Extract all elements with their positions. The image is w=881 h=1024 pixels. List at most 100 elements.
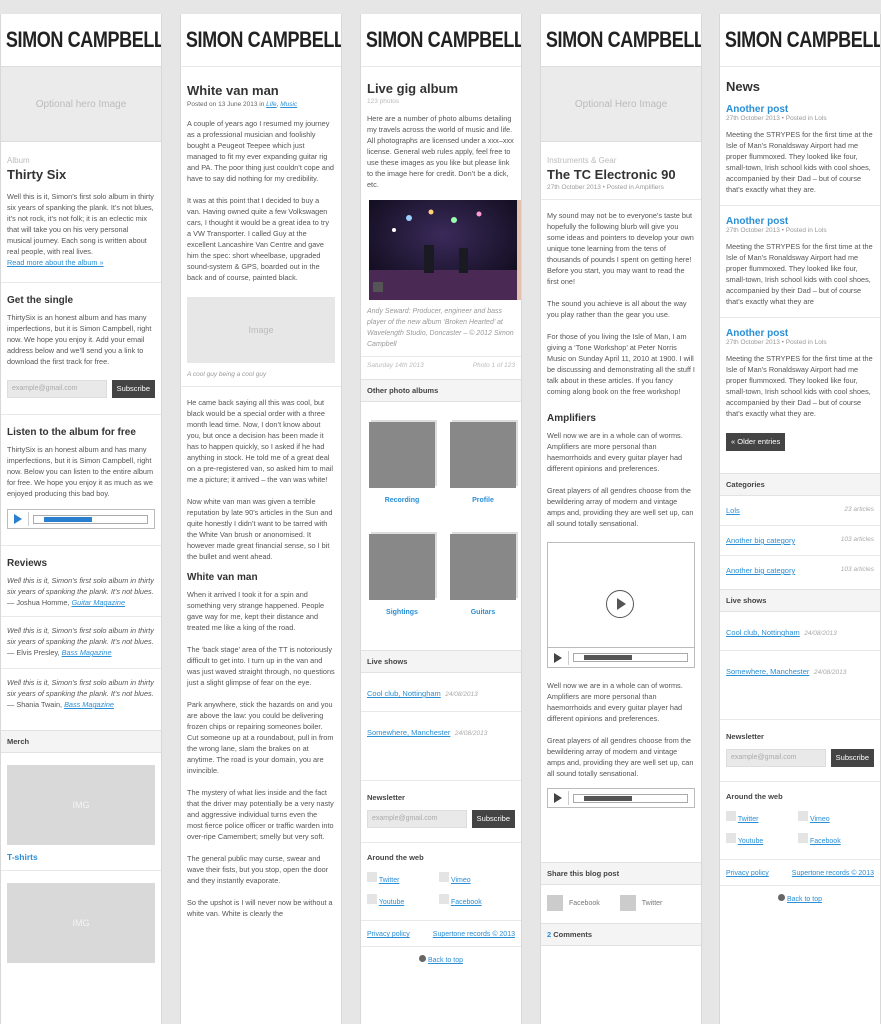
listen-text: ThirtySix is an honest album and has man… bbox=[7, 445, 154, 498]
category-link[interactable]: Lols bbox=[726, 506, 740, 515]
subscribe-button[interactable]: Subscribe bbox=[830, 749, 874, 767]
album-page-column: SIMON CAMPBELL Optional hero Image Album… bbox=[0, 14, 162, 1024]
share-twitter-button[interactable]: Twitter bbox=[619, 895, 662, 911]
show-item: Somewhere, Manchester 24/08/2013 bbox=[726, 667, 847, 676]
gear-post-column: SIMON CAMPBELL Optional Hero Image Instr… bbox=[540, 14, 702, 1024]
album-title: Live gig album bbox=[367, 81, 459, 96]
read-more-link[interactable]: Read more about the album » bbox=[7, 258, 104, 267]
post-paragraph: When it arrived I took it for a spin and… bbox=[187, 590, 325, 632]
facebook-link[interactable]: Facebook bbox=[798, 833, 870, 845]
back-to-top-link[interactable]: Back to top bbox=[720, 894, 880, 903]
twitter-link[interactable]: Twitter bbox=[726, 811, 798, 823]
newsletter-heading: Newsletter bbox=[367, 793, 405, 802]
subscribe-button[interactable]: Subscribe bbox=[471, 810, 515, 828]
news-item: Another post 27th October 2013 • Posted … bbox=[726, 104, 874, 194]
category-link[interactable]: Life bbox=[266, 101, 276, 108]
image-caption: A cool guy being a cool guy bbox=[187, 371, 267, 378]
youtube-link[interactable]: Youtube bbox=[726, 833, 798, 845]
privacy-link[interactable]: Privacy policy bbox=[367, 931, 410, 938]
youtube-link[interactable]: Youtube bbox=[367, 894, 439, 906]
play-icon[interactable] bbox=[554, 793, 562, 803]
post-meta: 27th October 2013 • Posted in Amplifiers bbox=[547, 184, 664, 191]
category-link[interactable]: Music bbox=[280, 101, 297, 108]
news-heading: News bbox=[726, 79, 760, 94]
play-icon[interactable] bbox=[14, 514, 22, 524]
facebook-link[interactable]: Facebook bbox=[439, 894, 511, 906]
blog-post-column: SIMON CAMPBELL White van man Posted on 1… bbox=[180, 14, 342, 1024]
progress-track[interactable] bbox=[573, 653, 688, 662]
records-link[interactable]: Supertone records © 2013 bbox=[433, 931, 515, 938]
email-input[interactable]: example@gmail.com bbox=[7, 380, 107, 398]
post-subheading: White van man bbox=[187, 572, 258, 583]
privacy-link[interactable]: Privacy policy bbox=[726, 870, 769, 877]
site-logo[interactable]: SIMON CAMPBELL bbox=[1, 14, 161, 66]
live-shows-heading: Live shows bbox=[720, 589, 880, 612]
gig-photo[interactable] bbox=[369, 200, 517, 300]
news-title-link[interactable]: Another post bbox=[726, 104, 874, 115]
twitter-icon bbox=[726, 811, 736, 821]
album-link-recording[interactable]: Recording bbox=[369, 497, 435, 504]
album-thumb[interactable] bbox=[450, 422, 516, 488]
review-source-link[interactable]: Guitar Magazine bbox=[71, 598, 125, 607]
email-input[interactable]: example@gmail.com bbox=[726, 749, 826, 767]
news-column: SIMON CAMPBELL News Another post 27th Oc… bbox=[719, 14, 881, 1024]
show-item: Somewhere, Manchester 24/08/2013 bbox=[367, 728, 488, 737]
records-link[interactable]: Supertone records © 2013 bbox=[792, 870, 874, 877]
post-subheading: Amplifiers bbox=[547, 413, 596, 424]
video-play-icon[interactable] bbox=[606, 590, 634, 618]
page-kicker: Album bbox=[7, 156, 30, 165]
around-web-heading: Around the web bbox=[367, 853, 424, 862]
older-entries-button[interactable]: « Older entries bbox=[726, 433, 786, 451]
album-link-profile[interactable]: Profile bbox=[450, 497, 516, 504]
merch-tshirts-link[interactable]: T-shirts bbox=[7, 852, 155, 862]
album-link-guitars[interactable]: Guitars bbox=[450, 609, 516, 616]
progress-track[interactable] bbox=[573, 793, 688, 803]
arrow-up-icon bbox=[419, 955, 426, 962]
vimeo-link[interactable]: Vimeo bbox=[439, 872, 511, 884]
show-venue-link[interactable]: Somewhere, Manchester bbox=[367, 728, 450, 737]
youtube-icon bbox=[726, 833, 736, 843]
album-thumb[interactable] bbox=[450, 534, 516, 600]
post-paragraph: A couple of years ago I resumed my journ… bbox=[187, 119, 334, 183]
single-text: ThirtySix is an honest album and has man… bbox=[7, 313, 152, 366]
facebook-icon bbox=[798, 833, 808, 843]
play-icon[interactable] bbox=[554, 652, 562, 663]
category-item: Another big category 103 articles bbox=[726, 536, 874, 545]
show-venue-link[interactable]: Somewhere, Manchester bbox=[726, 667, 809, 676]
review-source-link[interactable]: Bass Magazine bbox=[62, 648, 112, 657]
show-venue-link[interactable]: Cool club, Nottingham bbox=[726, 628, 800, 637]
twitter-icon bbox=[367, 872, 377, 882]
photo-index: Photo 1 of 123 bbox=[472, 362, 515, 369]
site-logo[interactable]: SIMON CAMPBELL bbox=[181, 14, 341, 66]
arrow-up-icon bbox=[778, 894, 785, 901]
listen-heading: Listen to the album for free bbox=[7, 427, 136, 438]
email-input[interactable]: example@gmail.com bbox=[367, 810, 467, 828]
news-title-link[interactable]: Another post bbox=[726, 328, 874, 339]
news-title-link[interactable]: Another post bbox=[726, 216, 874, 227]
show-venue-link[interactable]: Cool club, Nottingham bbox=[367, 689, 441, 698]
site-logo[interactable]: SIMON CAMPBELL bbox=[541, 14, 701, 66]
subscribe-button[interactable]: Subscribe bbox=[111, 380, 155, 398]
category-link[interactable]: Another big category bbox=[726, 536, 795, 545]
vimeo-link[interactable]: Vimeo bbox=[798, 811, 870, 823]
progress-track[interactable] bbox=[33, 514, 148, 524]
album-thumb[interactable] bbox=[369, 422, 435, 488]
vimeo-icon bbox=[798, 811, 808, 821]
album-thumb[interactable] bbox=[369, 534, 435, 600]
merch-image[interactable]: IMG bbox=[7, 883, 155, 963]
review-item: Well this is it, Simon’s first solo albu… bbox=[7, 678, 154, 709]
twitter-link[interactable]: Twitter bbox=[367, 872, 439, 884]
post-paragraph: He came back saying all this was cool, b… bbox=[187, 398, 334, 484]
newsletter-heading: Newsletter bbox=[726, 732, 764, 741]
site-logo[interactable]: SIMON CAMPBELL bbox=[720, 14, 880, 66]
hero-image-placeholder: Optional Hero Image bbox=[541, 66, 701, 142]
review-source-link[interactable]: Bass Magazine bbox=[64, 700, 114, 709]
back-to-top-link[interactable]: Back to top bbox=[361, 955, 521, 964]
share-facebook-button[interactable]: Facebook bbox=[547, 895, 600, 911]
album-link-sightings[interactable]: Sightings bbox=[369, 609, 435, 616]
post-paragraph: Well now we are in a whole can of worms.… bbox=[547, 681, 683, 723]
site-logo[interactable]: SIMON CAMPBELL bbox=[361, 14, 521, 66]
category-link[interactable]: Another big category bbox=[726, 566, 795, 575]
post-paragraph: It was at this point that I decided to b… bbox=[187, 196, 329, 282]
merch-image[interactable]: IMG bbox=[7, 765, 155, 845]
